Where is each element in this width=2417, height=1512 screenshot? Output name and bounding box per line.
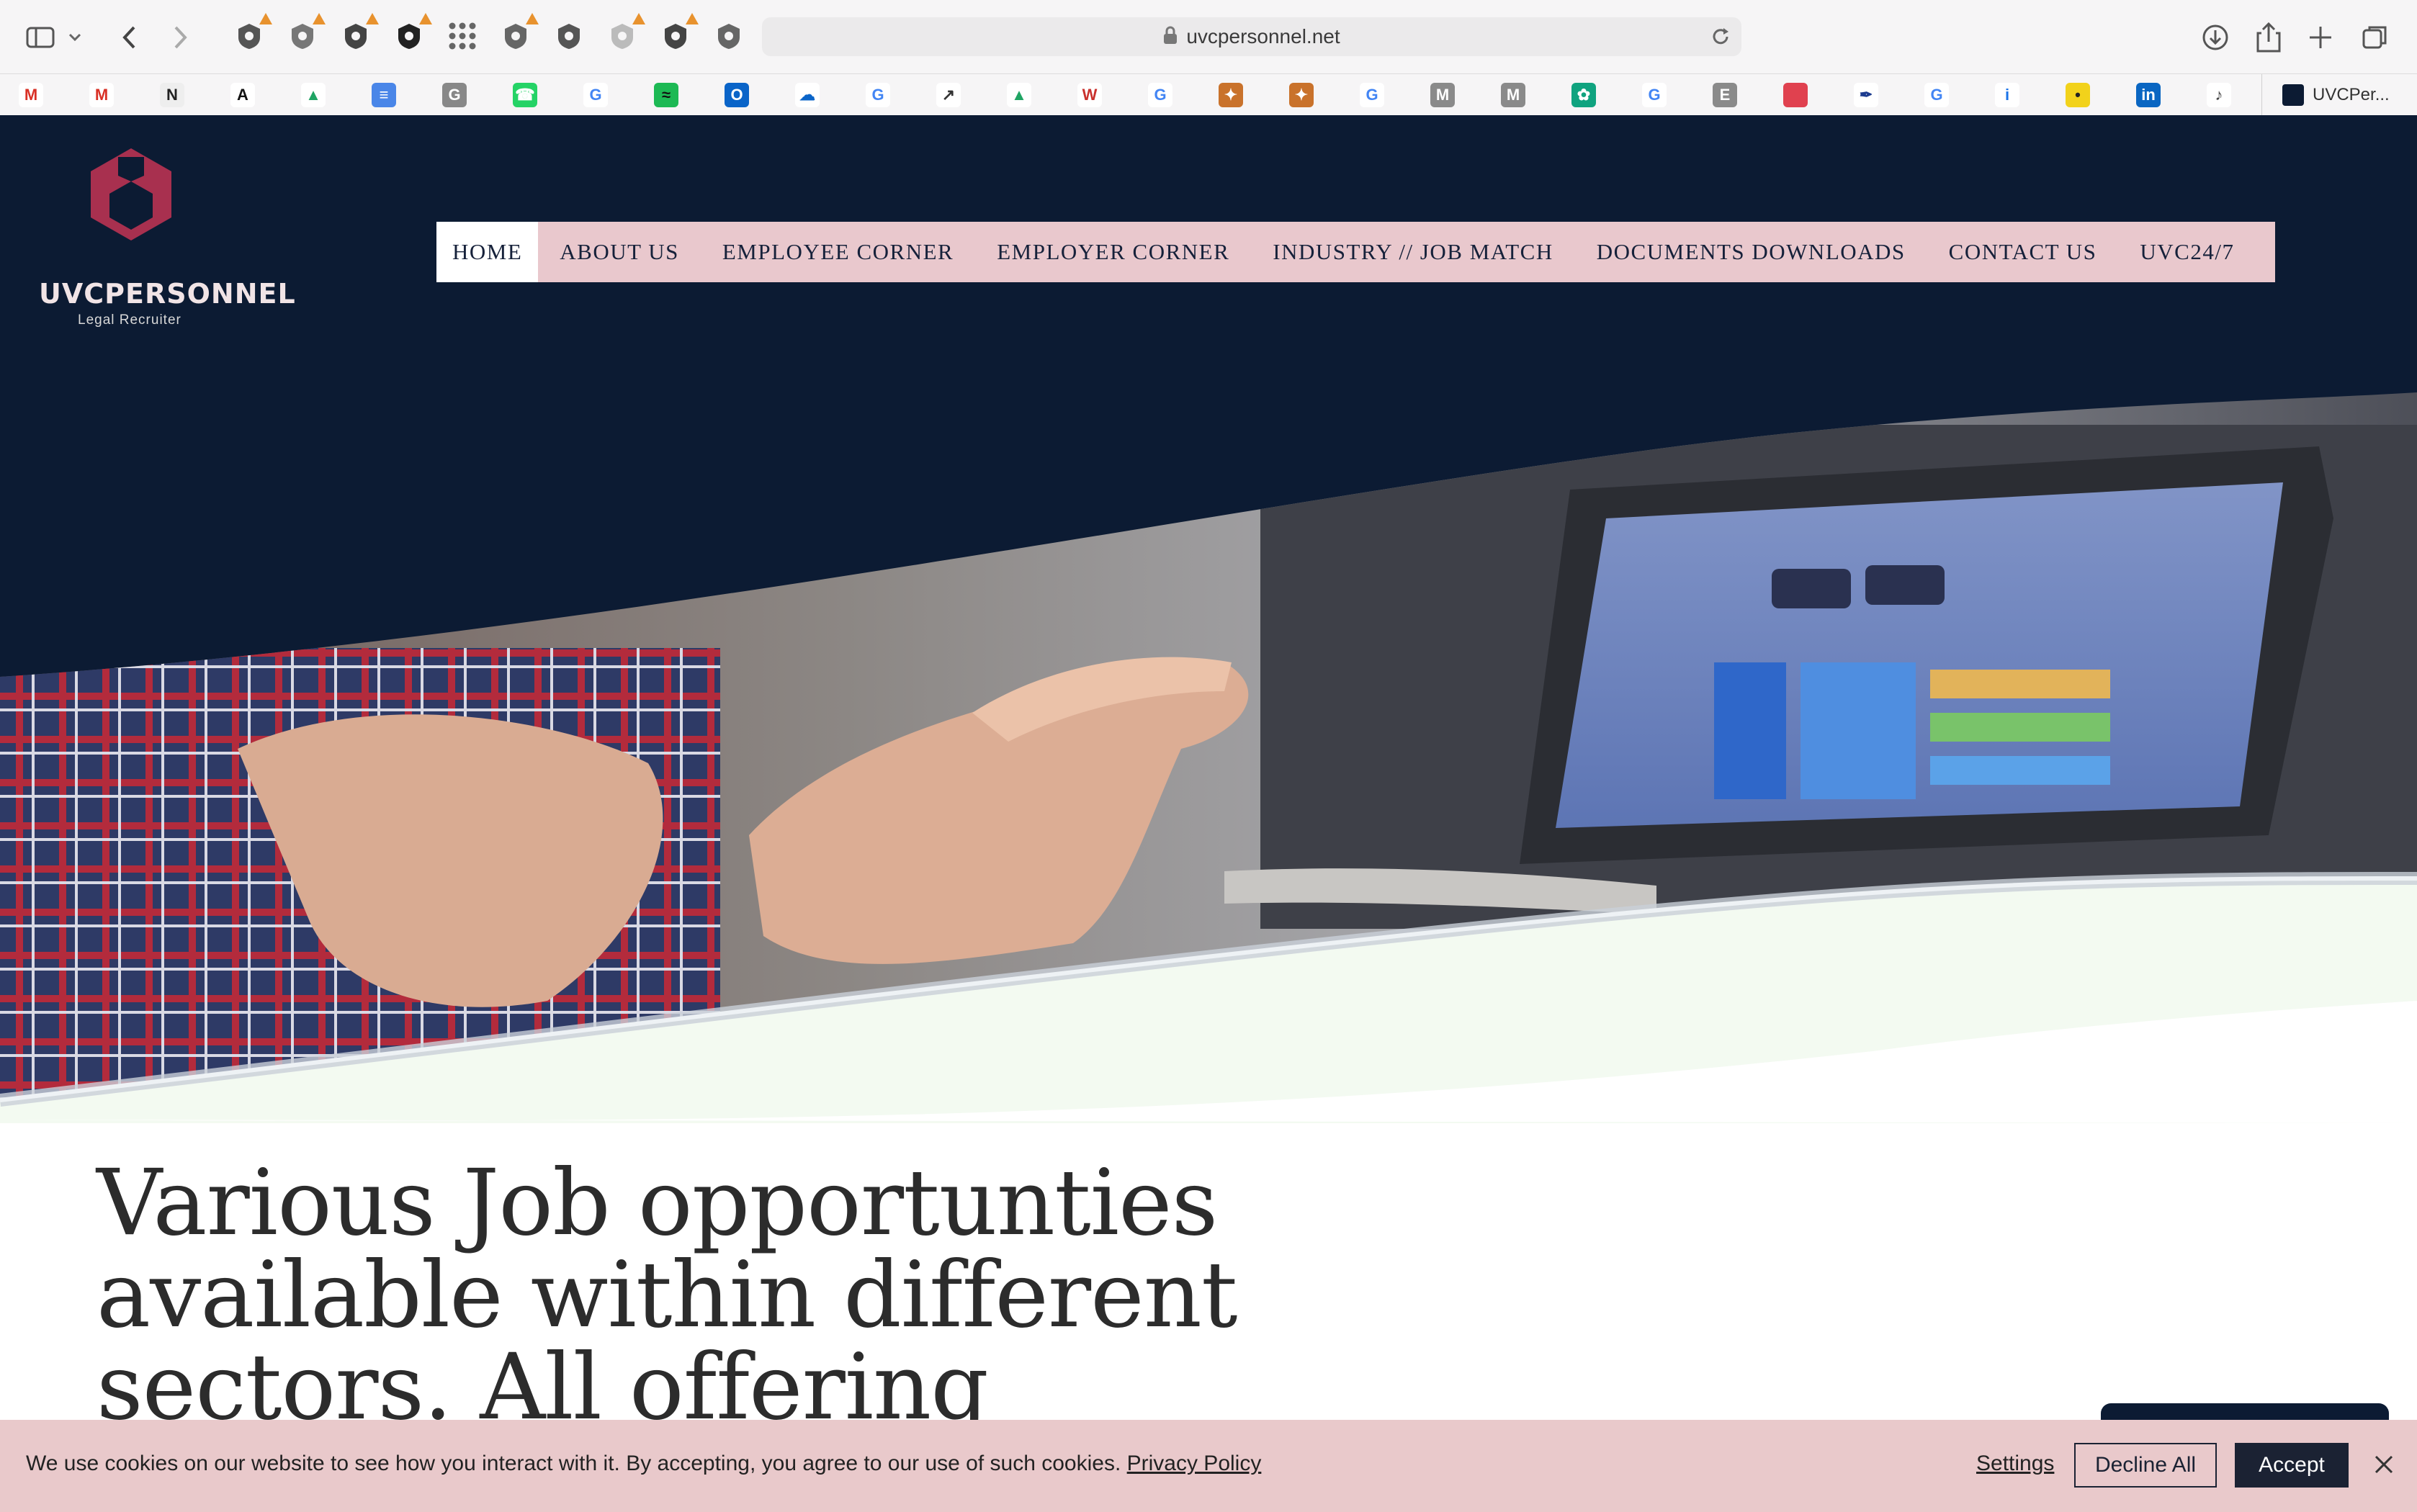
logo-tagline: Legal Recruiter xyxy=(78,312,181,328)
sidebar-toggle-icon[interactable] xyxy=(22,19,59,56)
bookmark-e-icon[interactable]: E xyxy=(1713,83,1737,107)
bookmarks-bar: M M N A ▲ ≡ G ☎ G ≈ O ☁ G ↗ ▲ W G ✦ ✦ G M M ✿ G E ✒ Gi • in ♪ UVCPer.… xyxy=(0,73,2417,117)
timer-icon[interactable] xyxy=(392,13,432,53)
nav-documents-downloads[interactable]: DOCUMENTS DOWNLOADS xyxy=(1575,222,1927,282)
cookie-message: We use cookies on our website to see how… xyxy=(26,1452,1261,1476)
cookie-settings-link[interactable]: Settings xyxy=(1976,1452,2054,1476)
shield-outline-icon[interactable] xyxy=(712,19,746,53)
bookmark-m-icon[interactable]: M xyxy=(1501,83,1525,107)
bookmark-font-icon[interactable]: A xyxy=(230,83,255,107)
address-bar[interactable]: uvcpersonnel.net xyxy=(762,17,1741,56)
hero-headline: Various Job opportunties available withi… xyxy=(97,1150,1238,1440)
bookmark-drive-icon[interactable]: ▲ xyxy=(1007,83,1031,107)
bookmark-google-icon[interactable]: G xyxy=(866,83,890,107)
shield-light-icon[interactable] xyxy=(605,13,645,53)
share-icon[interactable] xyxy=(2250,19,2287,56)
bookmark-pen-icon[interactable]: ✒ xyxy=(1854,83,1878,107)
bookmark-gmail-icon[interactable]: M xyxy=(89,83,114,107)
bookmark-yellow-icon[interactable]: • xyxy=(2066,83,2090,107)
nav-uvc24-7[interactable]: UVC24/7 xyxy=(2118,222,2256,282)
nav-employer-corner[interactable]: EMPLOYER CORNER xyxy=(975,222,1251,282)
site-favicon-icon xyxy=(2282,84,2304,106)
bookmark-docs-icon[interactable]: ≡ xyxy=(372,83,396,107)
bookmark-red-square-icon[interactable] xyxy=(1783,83,1808,107)
privacy-policy-link[interactable]: Privacy Policy xyxy=(1127,1452,1262,1475)
bookmark-google-icon[interactable]: G xyxy=(1148,83,1172,107)
shield-dark-icon[interactable] xyxy=(658,13,699,53)
site-logo[interactable]: UVCPERSONNEL Legal Recruiter xyxy=(35,144,295,328)
bookmark-stocks-icon[interactable]: ↗ xyxy=(936,83,961,107)
main-navigation: HOME ABOUT US EMPLOYEE CORNER EMPLOYER C… xyxy=(436,222,2275,282)
bookmark-crest-icon[interactable]: ✦ xyxy=(1289,83,1314,107)
bookmark-google-icon[interactable]: G xyxy=(583,83,608,107)
bookmark-whatsapp-icon[interactable]: ☎ xyxy=(513,83,537,107)
back-icon[interactable] xyxy=(111,19,148,56)
grammarly-icon[interactable] xyxy=(285,13,326,53)
chevron-down-icon[interactable] xyxy=(62,19,88,56)
tab-overview-icon[interactable] xyxy=(2357,19,2394,56)
reload-icon[interactable] xyxy=(1710,26,1731,51)
nav-home[interactable]: HOME xyxy=(436,222,539,282)
bookmark-linkedin-icon[interactable]: in xyxy=(2136,83,2161,107)
bookmark-m-icon[interactable]: M xyxy=(1430,83,1455,107)
nav-employee-corner[interactable]: EMPLOYEE CORNER xyxy=(701,222,975,282)
pinned-tab[interactable]: UVCPer... xyxy=(2261,74,2417,116)
hexagon-logo-icon xyxy=(91,148,171,240)
bookmark-spotify-icon[interactable]: ≈ xyxy=(654,83,678,107)
shield-icon[interactable] xyxy=(552,19,586,53)
accept-button[interactable]: Accept xyxy=(2235,1443,2349,1488)
bookmark-drive-icon[interactable]: ▲ xyxy=(301,83,326,107)
bookmark-onedrive-icon[interactable]: ☁ xyxy=(795,83,820,107)
bookmark-gmail-icon[interactable]: M xyxy=(19,83,43,107)
download-icon[interactable] xyxy=(2197,19,2234,56)
webpage: UVCPERSONNEL Legal Recruiter HOME ABOUT … xyxy=(0,115,2417,1512)
bookmark-music-icon[interactable]: ♪ xyxy=(2207,83,2231,107)
bookmark-info-icon[interactable]: i xyxy=(1995,83,2019,107)
bookmark-outlook-icon[interactable]: O xyxy=(725,83,749,107)
nav-contact-us[interactable]: CONTACT US xyxy=(1927,222,2119,282)
bookmark-google-icon[interactable]: G xyxy=(1360,83,1384,107)
bookmark-crest-icon[interactable]: ✦ xyxy=(1219,83,1243,107)
bookmark-nyt-icon[interactable]: N xyxy=(160,83,184,107)
cookie-banner: We use cookies on our website to see how… xyxy=(0,1420,2417,1512)
new-tab-icon[interactable] xyxy=(2302,19,2339,56)
close-icon[interactable] xyxy=(2368,1449,2400,1480)
url-text: uvcpersonnel.net xyxy=(1186,25,1340,48)
cookie-message-text: We use cookies on our website to see how… xyxy=(26,1452,1121,1475)
nav-about-us[interactable]: ABOUT US xyxy=(538,222,701,282)
bookmark-chatgpt-icon[interactable]: ✿ xyxy=(1571,83,1596,107)
logo-name: UVCPERSONNEL xyxy=(39,278,296,310)
bookmark-google-icon[interactable]: G xyxy=(1642,83,1667,107)
decline-all-button[interactable]: Decline All xyxy=(2074,1443,2217,1488)
tab-title: UVCPer... xyxy=(2313,85,2390,104)
bookmark-g-icon[interactable]: G xyxy=(442,83,467,107)
forward-icon[interactable] xyxy=(161,19,199,56)
bookmark-google-icon[interactable]: G xyxy=(1924,83,1949,107)
nav-industry-job-match[interactable]: INDUSTRY // JOB MATCH xyxy=(1251,222,1574,282)
browser-toolbar: uvcpersonnel.net xyxy=(0,0,2417,73)
lock-icon xyxy=(1163,26,1178,48)
shield-warning-icon[interactable] xyxy=(232,13,272,53)
pickaxe-icon[interactable] xyxy=(338,13,379,53)
grid-apps-icon[interactable] xyxy=(445,19,480,53)
video-icon[interactable] xyxy=(498,13,539,53)
bookmark-w-icon[interactable]: W xyxy=(1077,83,1102,107)
